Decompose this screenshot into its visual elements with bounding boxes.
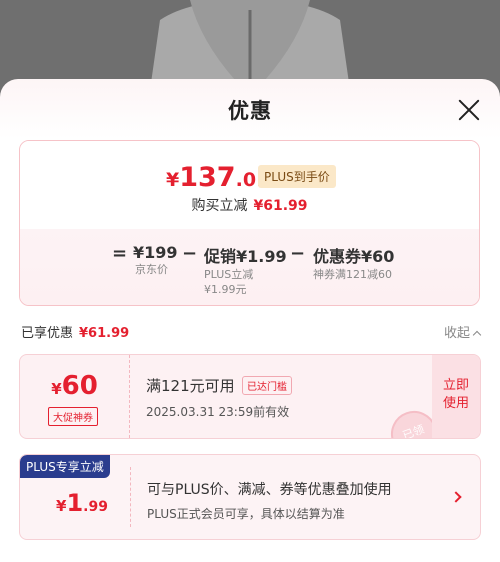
- calc-equals: =: [112, 243, 128, 264]
- close-icon[interactable]: [456, 97, 482, 123]
- plus-currency: ¥: [56, 497, 67, 515]
- enjoyed-discount: 已享优惠 ¥61.99: [21, 322, 129, 341]
- final-price: ¥137.01: [166, 162, 269, 193]
- threshold-met-tag: 已达门槛: [242, 376, 292, 395]
- chevron-right-icon[interactable]: [450, 491, 462, 503]
- use-now-label-1: 立即: [442, 378, 469, 393]
- coupon-amount-value: 60: [61, 371, 98, 401]
- calc-coupon: 优惠券¥60 神券满121减60: [313, 243, 394, 282]
- final-price-integer: 137: [179, 162, 236, 193]
- original-price-amount: ¥199: [133, 243, 178, 262]
- currency-symbol: ¥: [166, 169, 180, 191]
- enjoyed-discount-value: ¥61.99: [79, 326, 130, 341]
- plus-discount-card[interactable]: PLUS专享立减 ¥1.99 可与PLUS价、满减、券等优惠叠加使用 PLUS正…: [19, 454, 481, 540]
- plus-description-1: 可与PLUS价、满减、券等优惠叠加使用: [147, 482, 392, 498]
- calc-minus-2: −: [290, 243, 306, 264]
- calc-promo: 促销¥1.99 PLUS立减 ¥1.99元: [204, 243, 287, 297]
- plus-divider: [130, 467, 131, 527]
- promo-label-2: ¥1.99元: [204, 283, 247, 296]
- collapse-label: 收起: [443, 326, 470, 341]
- coupon-condition: 满121元可用: [146, 377, 235, 395]
- original-price-label: 京东价: [135, 263, 168, 276]
- promo-label-1: PLUS立减: [204, 268, 254, 281]
- instant-discount-value: ¥61.99: [253, 198, 308, 214]
- calc-minus-1: −: [182, 243, 198, 264]
- coupon-amount: ¥60: [20, 371, 129, 401]
- chevron-up-icon: [472, 330, 482, 340]
- plus-price-tag: PLUS到手价: [258, 165, 336, 188]
- use-now-button[interactable]: 立即 使用: [432, 355, 480, 438]
- coupon-card: ¥60 大促神券 满121元可用 已达门槛 2025.03.31 23:59前有…: [19, 354, 481, 439]
- promo-amount: 促销¥1.99: [204, 247, 287, 266]
- plus-description-2: PLUS正式会员可享，具体以结算为准: [147, 507, 345, 521]
- coupon-validity: 2025.03.31 23:59前有效: [146, 405, 290, 419]
- use-now-label-2: 使用: [442, 396, 469, 411]
- coupon-deduction-label: 神券满121减60: [313, 268, 392, 281]
- calc-original-price: ¥199 京东价: [133, 243, 178, 277]
- coupon-deduction-amount: 优惠券¥60: [313, 247, 395, 266]
- instant-discount-label: 购买立减: [191, 198, 248, 214]
- sheet-title: 优惠: [228, 99, 272, 123]
- price-summary-card: ¥137.01 PLUS到手价 购买立减 ¥61.99 = ¥199 京东价 − …: [19, 140, 480, 306]
- plus-amount-integer: 1: [66, 489, 84, 517]
- collapse-button[interactable]: 收起: [443, 322, 482, 341]
- plus-badge: PLUS专享立减: [20, 455, 110, 478]
- instant-discount-line: 购买立减 ¥61.99: [20, 195, 479, 215]
- coupon-type-badge: 大促神券: [48, 407, 98, 426]
- plus-discount-amount: ¥1.99: [56, 489, 108, 517]
- enjoyed-discount-label: 已享优惠: [21, 326, 74, 341]
- plus-amount-decimal: .99: [83, 499, 108, 515]
- coupon-currency: ¥: [51, 380, 62, 398]
- discount-bottom-sheet: 优惠 ¥137.01 PLUS到手价 购买立减 ¥61.99 = ¥199 京东价…: [0, 79, 500, 562]
- jacket-illustration: [150, 0, 350, 90]
- coupon-value-section: ¥60 大促神券: [20, 355, 130, 438]
